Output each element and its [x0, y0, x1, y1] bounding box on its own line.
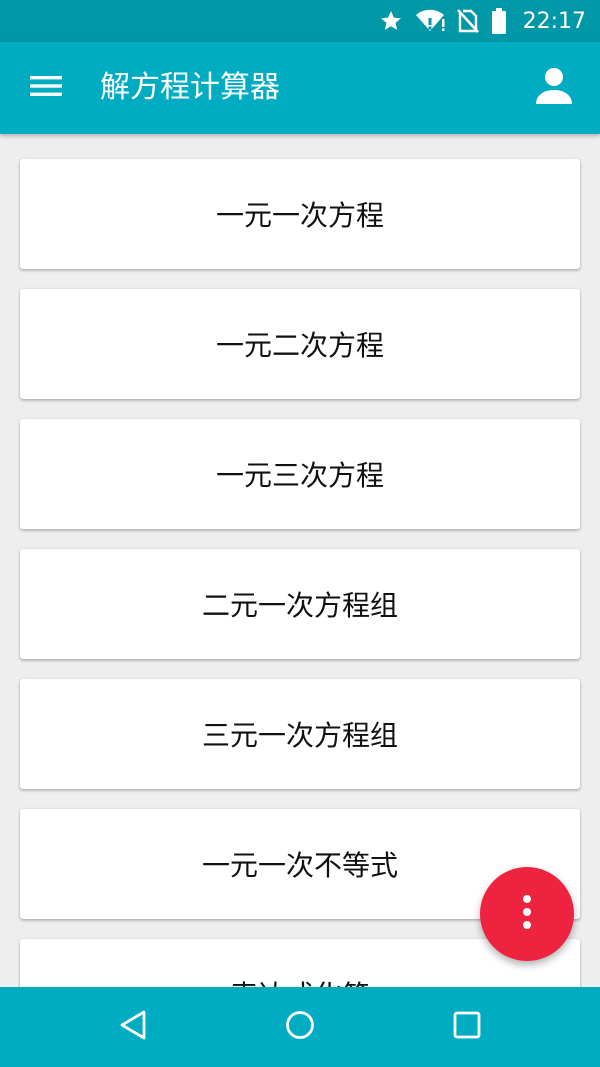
recents-icon: [452, 1010, 482, 1044]
screen: 22:17 解方程计算器 一元一次方程 一元二次方程 一元三次方程 二元一次方程…: [0, 0, 600, 1067]
app-title: 解方程计算器: [100, 70, 280, 105]
menu-button[interactable]: [18, 64, 74, 112]
back-button[interactable]: [93, 997, 173, 1057]
account-icon: [534, 66, 574, 110]
status-icons: 22:17: [379, 0, 586, 42]
more-vert-icon: [521, 894, 533, 934]
wifi-alert-icon: [415, 9, 445, 33]
list-item-label: 一元一次不等式: [201, 849, 398, 882]
list-item-label: 表达式化简: [230, 974, 370, 987]
recents-button[interactable]: [427, 997, 507, 1057]
list-item-label: 一元二次方程: [215, 329, 384, 362]
list-item-cubic-equation[interactable]: 一元三次方程: [20, 419, 580, 529]
list-item-label: 二元一次方程组: [201, 589, 398, 622]
list-item-quadratic-equation[interactable]: 一元二次方程: [20, 289, 580, 399]
app-bar: 解方程计算器: [0, 42, 600, 134]
equation-list: 一元一次方程 一元二次方程 一元三次方程 二元一次方程组 三元一次方程组 一元一…: [0, 134, 600, 987]
no-sim-icon: [456, 8, 479, 34]
menu-icon: [29, 74, 63, 102]
more-options-fab[interactable]: [480, 867, 574, 961]
home-icon: [284, 1009, 316, 1045]
list-item-label: 三元一次方程组: [201, 719, 398, 752]
list-item-linear-equation[interactable]: 一元一次方程: [20, 159, 580, 269]
navigation-bar: [0, 987, 600, 1067]
list-item-label: 一元一次方程: [215, 199, 384, 232]
back-icon: [118, 1009, 148, 1045]
star-icon: [379, 9, 403, 33]
status-time: 22:17: [522, 8, 586, 34]
list-item-label: 一元三次方程: [215, 459, 384, 492]
status-bar: 22:17: [0, 0, 600, 42]
list-item-three-variable-system[interactable]: 三元一次方程组: [20, 679, 580, 789]
list-item-two-variable-system[interactable]: 二元一次方程组: [20, 549, 580, 659]
home-button[interactable]: [260, 997, 340, 1057]
battery-icon: [491, 8, 507, 34]
account-button[interactable]: [526, 62, 582, 114]
